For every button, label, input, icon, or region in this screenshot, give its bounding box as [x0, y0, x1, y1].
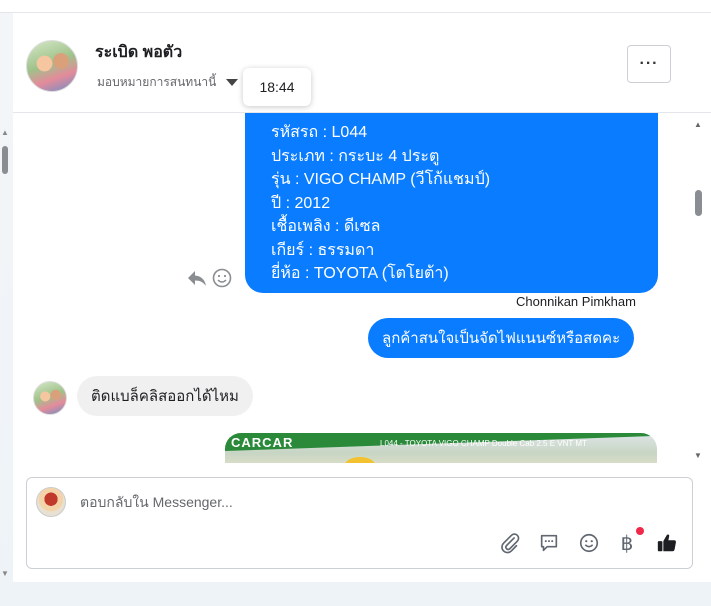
reply-input[interactable] [80, 494, 640, 510]
message-list[interactable]: รหัสรถ : L044 ประเภท : กระบะ 4 ประตู รุ่… [13, 113, 711, 463]
contact-avatar[interactable] [26, 40, 78, 92]
react-emoji-icon[interactable] [212, 268, 232, 288]
chat-scrollbar[interactable]: ▲ ▼ [692, 120, 706, 460]
outgoing-message[interactable]: ลูกค้าสนใจเป็นจัดไฟแนนซ์หรือสดคะ [368, 318, 635, 358]
vehicle-line: รุ่น : VIGO CHAMP (วีโก้แชมป์) [271, 171, 491, 188]
reply-icon[interactable] [186, 268, 208, 288]
assign-conversation-label: มอบหมายการสนทนานี้ [97, 75, 217, 89]
more-options-button[interactable]: ··· [627, 45, 671, 83]
scroll-up-arrow-icon[interactable]: ▲ [1, 128, 9, 137]
caret-down-icon [226, 79, 239, 86]
scroll-down-arrow-icon[interactable]: ▼ [1, 569, 9, 578]
scroll-up-arrow-icon[interactable]: ▲ [694, 120, 702, 129]
image-logo-text: CARCAR [231, 435, 294, 450]
top-divider [0, 0, 711, 13]
image-attachment-preview[interactable]: CARCAR L044 - TOYOTA VIGO CHAMP Double C… [225, 433, 657, 463]
vehicle-line: ประเภท : กระบะ 4 ประตู [271, 147, 440, 165]
vehicle-line: ยี่ห้อ : TOYOTA (โตโยต้า) [271, 265, 449, 282]
chat-bubble-icon[interactable] [537, 531, 561, 555]
notification-dot [636, 527, 644, 535]
image-banner-text: L044 - TOYOTA VIGO CHAMP Double Cab 2.5 … [380, 439, 587, 448]
page-avatar-icon [36, 487, 66, 517]
baht-icon[interactable]: ฿ [615, 531, 639, 555]
vehicle-info-message[interactable]: รหัสรถ : L044 ประเภท : กระบะ 4 ประตู รุ่… [245, 113, 658, 293]
vehicle-line: ปี : 2012 [271, 194, 331, 212]
scrollbar-thumb[interactable] [695, 190, 702, 216]
vehicle-line: เกียร์ : ธรรมดา [271, 241, 375, 259]
contact-name[interactable]: ระเบิด พอตัว [95, 40, 182, 65]
scrollbar-thumb[interactable] [2, 146, 8, 174]
left-scrollbar[interactable]: ▲ ▼ [0, 128, 10, 578]
timestamp-tooltip: 18:44 [243, 68, 311, 106]
paperclip-icon[interactable] [498, 531, 522, 555]
assign-conversation[interactable]: มอบหมายการสนทนานี้ [97, 73, 239, 92]
composer-box[interactable] [26, 477, 693, 569]
contact-avatar-small[interactable] [33, 381, 67, 415]
incoming-message[interactable]: ติดแบล็คลิสออกได้ไหม [77, 376, 253, 416]
sender-name: Chonnikan Pimkham [516, 294, 636, 309]
vehicle-line: รหัสรถ : L044 [271, 124, 368, 141]
scroll-down-arrow-icon[interactable]: ▼ [694, 451, 702, 460]
vehicle-line: เชื้อเพลิง : ดีเซล [271, 218, 381, 235]
thumbs-up-icon[interactable] [655, 531, 679, 555]
smiley-icon[interactable] [577, 531, 601, 555]
